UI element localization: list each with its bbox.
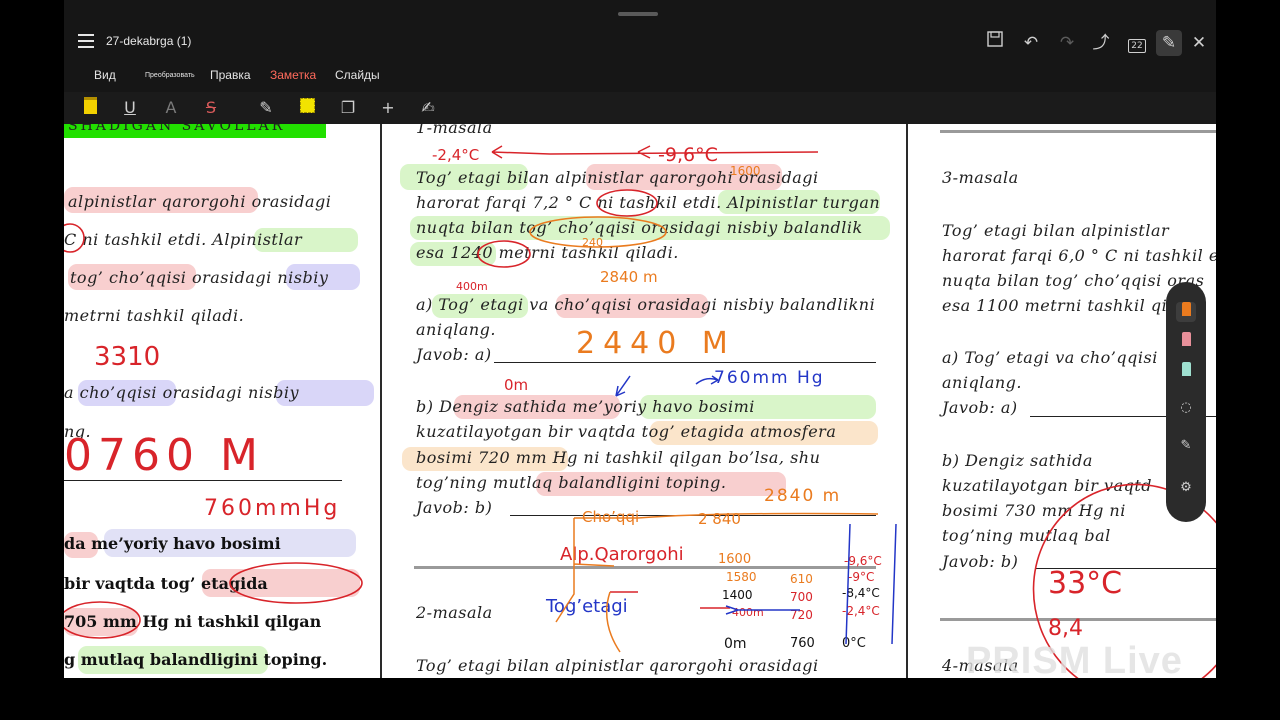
- page-count-label: 22: [1128, 39, 1146, 53]
- save-icon[interactable]: [982, 30, 1008, 56]
- close-icon[interactable]: ✕: [1186, 30, 1212, 56]
- title-bar: 27-dekabrga (1) ↶ ↷ ⤴ 22 ✎ ✕: [64, 26, 1216, 60]
- document-title: 27-dekabrga (1): [106, 34, 192, 48]
- page-count-icon[interactable]: 22: [1124, 30, 1150, 56]
- window-drag-handle[interactable]: [618, 12, 658, 16]
- marker-orange-icon[interactable]: [1176, 302, 1196, 322]
- pdf-annotator-app: 27-dekabrga (1) ↶ ↷ ⤴ 22 ✎ ✕ Вид Преобра…: [64, 0, 1216, 678]
- area-highlight-icon[interactable]: [295, 97, 319, 119]
- prism-live-watermark: PRISM Live: [966, 640, 1183, 682]
- document-canvas[interactable]: SHADIGAN SAVOLLAR alpinistlar qarorgohi …: [64, 124, 1216, 678]
- pen-edit-icon[interactable]: ✎: [1156, 30, 1182, 56]
- undo-icon[interactable]: ↶: [1018, 30, 1044, 56]
- menu-tabs: Вид Преобразовать Правка Заметка Слайды: [64, 62, 1216, 88]
- handwritten-strokes: [64, 223, 363, 639]
- strikethrough-icon[interactable]: S: [199, 97, 223, 119]
- share-icon[interactable]: ⤴: [1088, 30, 1114, 56]
- tab-annotate[interactable]: Заметка: [270, 68, 316, 82]
- eraser-icon[interactable]: ✎: [254, 97, 278, 119]
- lasso-icon[interactable]: ◌: [1176, 398, 1196, 418]
- add-icon[interactable]: +: [376, 97, 400, 119]
- underline-icon[interactable]: U: [118, 97, 142, 119]
- tab-slides[interactable]: Слайды: [335, 68, 380, 82]
- highlighter-yellow-icon[interactable]: [78, 97, 102, 119]
- signature-pen-icon[interactable]: ✍: [416, 97, 440, 119]
- pen-tool-panel: ◌ ✎ ⚙: [1166, 282, 1206, 522]
- text-color-icon[interactable]: A: [159, 97, 183, 119]
- hamburger-menu-icon[interactable]: [78, 34, 94, 48]
- highlighter-teal-icon[interactable]: [1176, 362, 1196, 382]
- shapes-icon[interactable]: ❐: [336, 97, 360, 119]
- annotation-toolbar: U A S ✎ ❐ + ✍: [64, 92, 1216, 124]
- handwritten-strokes: [477, 145, 897, 653]
- tab-convert[interactable]: Преобразовать: [145, 72, 195, 79]
- pen-icon[interactable]: ✎: [1176, 436, 1196, 456]
- redo-icon[interactable]: ↷: [1054, 30, 1080, 56]
- eraser-pink-icon[interactable]: [1176, 332, 1196, 352]
- tab-view[interactable]: Вид: [94, 68, 116, 82]
- settings-icon[interactable]: ⚙: [1176, 478, 1196, 498]
- tab-edit[interactable]: Правка: [210, 68, 251, 82]
